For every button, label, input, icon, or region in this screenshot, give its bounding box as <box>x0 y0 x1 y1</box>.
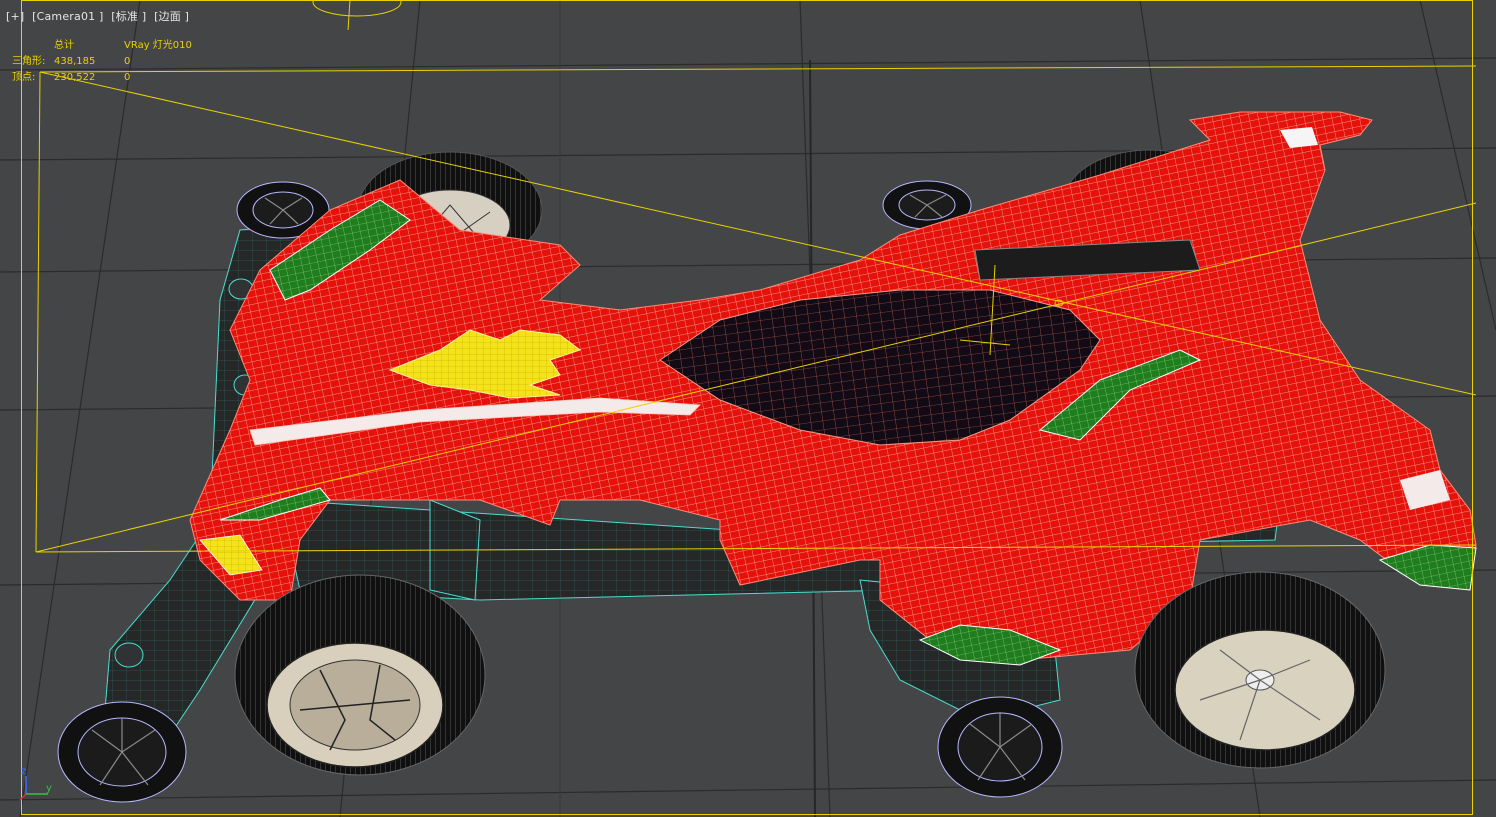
stats-object-value: 0 <box>124 56 131 67</box>
stats-label: 顶点: <box>12 72 36 83</box>
stats-total-value: 438,185 <box>54 56 96 67</box>
axis-tripod: z y <box>18 764 68 804</box>
stats-total-value: 230,522 <box>54 72 96 83</box>
stats-label: 三角形: <box>12 56 46 67</box>
viewport-display-menu[interactable]: [边面 ] <box>154 10 189 23</box>
viewport-scene[interactable] <box>0 0 1496 817</box>
viewport-shading-menu[interactable]: [标准 ] <box>111 10 146 23</box>
stats-total-header: 总计 <box>54 40 74 51</box>
viewport-plus-menu[interactable]: [+] <box>6 10 24 23</box>
wheel-rear-right-front <box>1134 571 1386 769</box>
stats-object-header: VRay 灯光010 <box>124 40 192 51</box>
axis-y-label: y <box>46 783 52 794</box>
wheel-front-left-front <box>234 574 486 776</box>
viewport-label-menu: [+] [Camera01 ] [标准 ] [边面 ] <box>6 8 193 24</box>
viewport-camera-menu[interactable]: [Camera01 ] <box>32 10 103 23</box>
axis-z-label: z <box>21 766 27 777</box>
camera-viewport[interactable]: [+] [Camera01 ] [标准 ] [边面 ] 总计 VRay 灯光01… <box>0 0 1496 817</box>
stats-object-value: 0 <box>124 72 131 83</box>
light-gizmo <box>312 0 402 31</box>
